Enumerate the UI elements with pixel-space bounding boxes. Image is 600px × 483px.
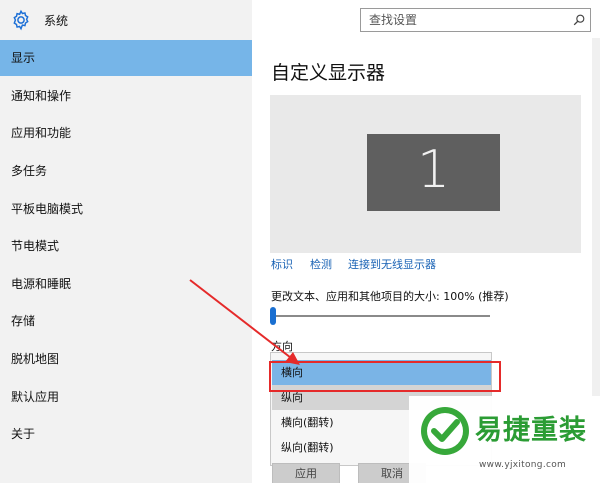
sidebar-item-power-sleep[interactable]: 电源和睡眠 — [0, 266, 252, 302]
scale-slider-thumb[interactable] — [270, 307, 276, 325]
page-title: 自定义显示器 — [271, 62, 386, 84]
brand-logo-icon — [421, 407, 469, 455]
display-arrangement-area: 1 — [270, 95, 581, 253]
gear-icon — [13, 9, 29, 31]
sidebar-item-display[interactable]: 显示 — [0, 40, 252, 76]
sidebar-item-battery-saver[interactable]: 节电模式 — [0, 228, 252, 264]
search-icon[interactable] — [572, 13, 586, 27]
search-box — [360, 8, 591, 32]
sidebar-header: 系统 — [0, 0, 252, 40]
monitor-tile[interactable]: 1 — [367, 134, 500, 211]
detect-link[interactable]: 检测 — [310, 256, 332, 272]
sidebar-item-multitasking[interactable]: 多任务 — [0, 153, 252, 189]
sidebar-item-apps-features[interactable]: 应用和功能 — [0, 115, 252, 151]
identify-link[interactable]: 标识 — [271, 256, 293, 272]
sidebar-item-about[interactable]: 关于 — [0, 416, 252, 452]
sidebar-item-offline-maps[interactable]: 脱机地图 — [0, 341, 252, 377]
connect-wireless-display-link[interactable]: 连接到无线显示器 — [348, 256, 436, 272]
sidebar-item-notifications[interactable]: 通知和操作 — [0, 78, 252, 114]
sidebar-item-tablet-mode[interactable]: 平板电脑模式 — [0, 191, 252, 227]
search-input[interactable] — [361, 9, 566, 31]
apply-button[interactable]: 应用 — [272, 463, 340, 483]
scale-label: 更改文本、应用和其他项目的大小: 100% (推荐) — [271, 290, 509, 303]
sidebar-item-default-apps[interactable]: 默认应用 — [0, 379, 252, 415]
sidebar: 系统 显示 通知和操作 应用和功能 多任务 平板电脑模式 节电模式 电源和睡眠 … — [0, 0, 252, 483]
watermark: 易捷重装 www.yjxitong.com — [409, 396, 600, 483]
watermark-name: 易捷重装 — [475, 415, 587, 446]
highlight-box — [269, 361, 501, 392]
sidebar-item-storage[interactable]: 存储 — [0, 303, 252, 339]
monitor-number: 1 — [416, 140, 451, 200]
watermark-url: www.yjxitong.com — [479, 460, 567, 470]
app-title: 系统 — [44, 14, 69, 28]
scale-slider-track[interactable] — [272, 315, 490, 317]
